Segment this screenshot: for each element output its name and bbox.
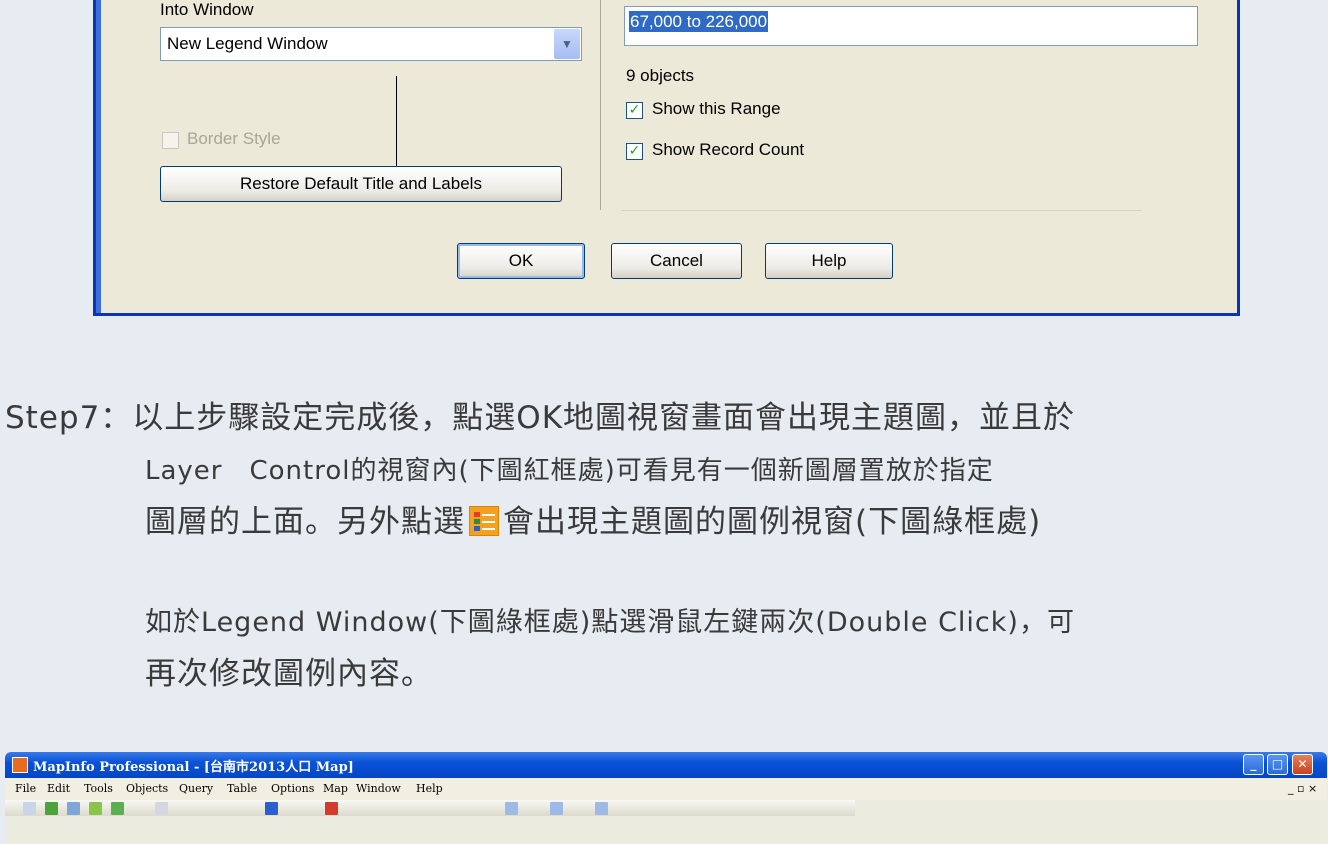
zoom-icon[interactable] [595, 802, 608, 815]
object-count-text: 9 objects [626, 66, 695, 85]
step7-line5: 再次修改圖例內容。 [145, 656, 433, 692]
info-icon[interactable] [325, 802, 338, 815]
cancel-button[interactable]: Cancel [611, 243, 742, 279]
range-label-input[interactable]: 67,000 to 226,000 [624, 6, 1198, 46]
range-label-text: 67,000 to 226,000 [629, 11, 769, 32]
mapinfo-title: MapInfo Professional - [台南市2013人口 Map] [33, 760, 354, 775]
into-window-value: New Legend Window [167, 34, 328, 53]
save-icon[interactable] [67, 802, 80, 815]
toolbar-strip [5, 800, 855, 816]
menu-query[interactable]: Query [179, 782, 213, 795]
legend-icon[interactable] [550, 802, 563, 815]
into-window-dropdown[interactable]: New Legend Window ▼ [160, 27, 582, 61]
step7-line1: Step7：以上步驟設定完成後，點選OK地圖視窗畫面會出現主題圖，並且於 [5, 400, 1076, 436]
close-icon[interactable]: ✕ [1292, 754, 1313, 775]
dropdown-arrow-icon[interactable]: ▼ [554, 29, 580, 59]
mapinfo-app-icon [12, 757, 28, 773]
maximize-icon[interactable]: □ [1267, 754, 1288, 775]
step7-line3-part2: 會出現主題圖的圖例視窗(下圖綠框處) [503, 504, 1042, 540]
group-separator [600, 0, 601, 210]
menu-help[interactable]: Help [416, 782, 443, 795]
restore-defaults-button[interactable]: Restore Default Title and Labels [160, 166, 562, 202]
map-icon[interactable] [89, 802, 102, 815]
step7-line2: Layer Control的視窗內(下圖紅框處)可看見有一個新圖層置放於指定 [145, 456, 994, 486]
select-icon[interactable] [265, 802, 278, 815]
menu-tools[interactable]: Tools [84, 782, 113, 795]
layer-icon[interactable] [505, 802, 518, 815]
toolbar [5, 800, 1327, 844]
mapinfo-window: MapInfo Professional - [台南市2013人口 Map] _… [0, 752, 1328, 844]
menu-map[interactable]: Map [323, 782, 348, 795]
show-count-checkbox[interactable]: ✓ [626, 143, 643, 160]
step7-line3-part1: 圖層的上面。另外點選 [145, 504, 465, 540]
step7-line3: 圖層的上面。另外點選 會出現主題圖的圖例視窗(下圖綠框處) [145, 496, 1041, 541]
dialog-frame-edge [96, 0, 101, 313]
new-table-icon[interactable] [23, 802, 36, 815]
legend-window-icon [469, 506, 499, 536]
menu-window[interactable]: Window [356, 782, 401, 795]
menu-options[interactable]: Options [271, 782, 314, 795]
menu-file[interactable]: File [15, 782, 36, 795]
mdi-controls[interactable]: _ ▫ × [1288, 782, 1317, 795]
mapinfo-titlebar: MapInfo Professional - [台南市2013人口 Map] _… [5, 752, 1327, 778]
minimize-icon[interactable]: _ [1243, 754, 1264, 775]
menubar: File Edit Tools Objects Query Table Opti… [5, 778, 1327, 800]
legend-dialog: Into Window New Legend Window ▼ Border S… [93, 0, 1240, 316]
menu-objects[interactable]: Objects [126, 782, 168, 795]
check-icon: ✓ [628, 102, 641, 118]
border-style-checkbox[interactable] [162, 132, 179, 149]
browse-icon[interactable] [111, 802, 124, 815]
show-count-label: Show Record Count [652, 140, 805, 159]
menu-edit[interactable]: Edit [47, 782, 70, 795]
open-icon[interactable] [45, 802, 58, 815]
show-range-label: Show this Range [652, 99, 781, 118]
footer-separator [621, 210, 1141, 211]
step7-line4: 如於Legend Window(下圖綠框處)點選滑鼠左鍵兩次(Double Cl… [145, 607, 1075, 638]
border-style-button[interactable] [336, 76, 397, 167]
into-window-label: Into Window [160, 0, 254, 19]
ok-button[interactable]: OK [457, 243, 585, 279]
check-icon: ✓ [628, 143, 641, 159]
menu-table[interactable]: Table [227, 782, 257, 795]
show-range-checkbox[interactable]: ✓ [626, 102, 643, 119]
help-button[interactable]: Help [765, 243, 893, 279]
border-style-label: Border Style [187, 129, 281, 148]
cut-icon[interactable] [155, 802, 168, 815]
